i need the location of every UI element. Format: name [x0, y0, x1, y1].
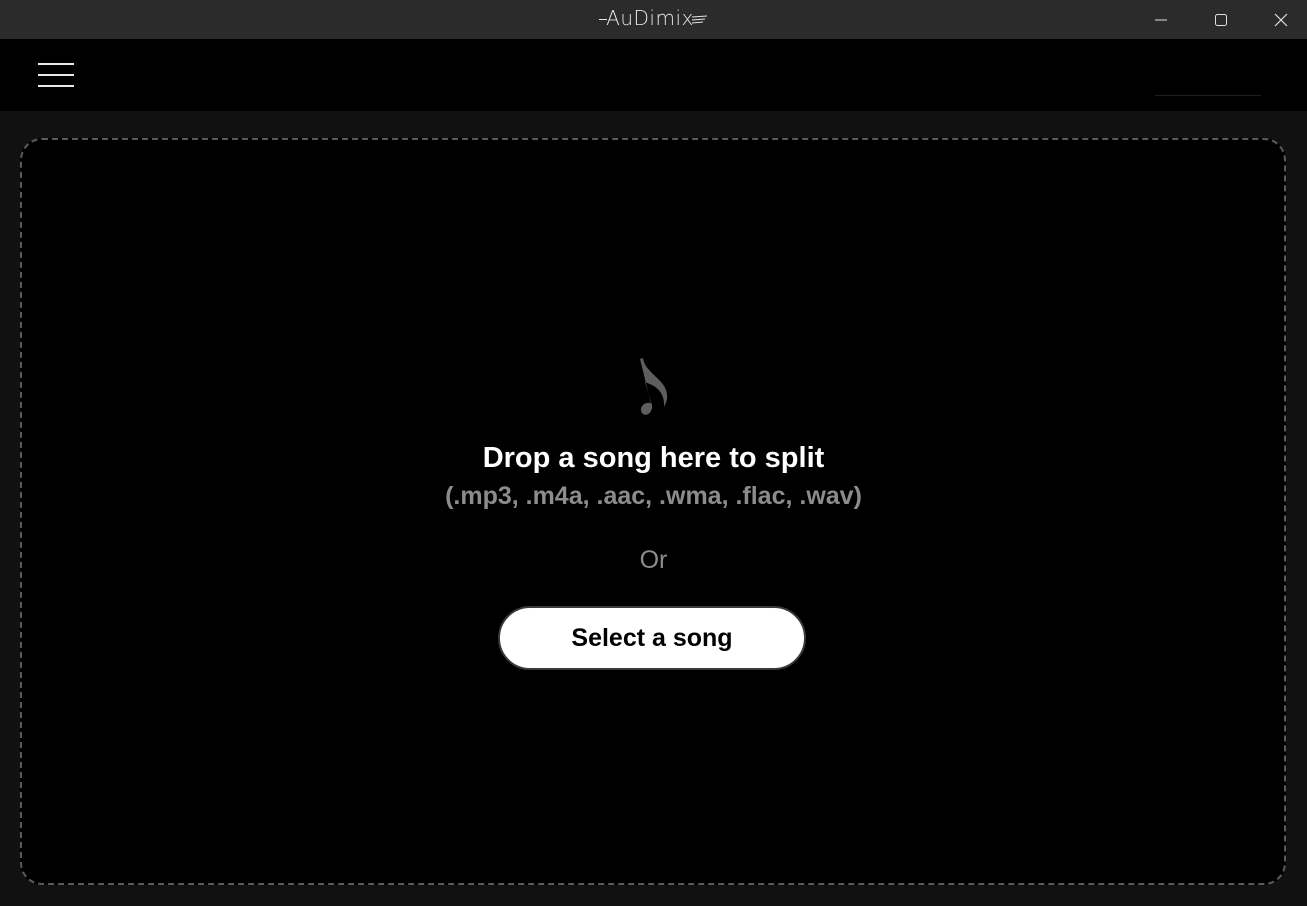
menu-bar-line: [38, 85, 74, 87]
app-title-text: AuDimix: [606, 6, 694, 30]
music-note-icon: [640, 358, 668, 415]
minimize-icon: [1155, 19, 1167, 20]
app-window: AuDimix Drop a song here to split (.mp3,…: [0, 0, 1307, 906]
app-logo-title: AuDimix: [0, 6, 1307, 30]
or-separator-text: Or: [639, 546, 668, 574]
drop-instructions-title: Drop a song here to split: [482, 442, 825, 474]
select-song-button[interactable]: Select a song: [498, 606, 806, 670]
maximize-icon: [1215, 13, 1227, 26]
hamburger-menu-icon[interactable]: [30, 55, 82, 95]
app-header: [0, 39, 1307, 111]
supported-formats-text: (.mp3, .m4a, .aac, .wma, .flac, .wav): [445, 482, 862, 510]
header-divider: [1155, 95, 1261, 96]
logo-wings-icon: [691, 15, 707, 23]
menu-bar-line: [38, 63, 74, 65]
close-button[interactable]: [1251, 0, 1307, 39]
maximize-button[interactable]: [1191, 0, 1251, 39]
close-icon: [1274, 13, 1288, 26]
song-drop-zone[interactable]: [20, 138, 1286, 885]
menu-bar-line: [38, 74, 74, 76]
title-bar[interactable]: AuDimix: [0, 0, 1307, 39]
minimize-button[interactable]: [1131, 0, 1191, 39]
